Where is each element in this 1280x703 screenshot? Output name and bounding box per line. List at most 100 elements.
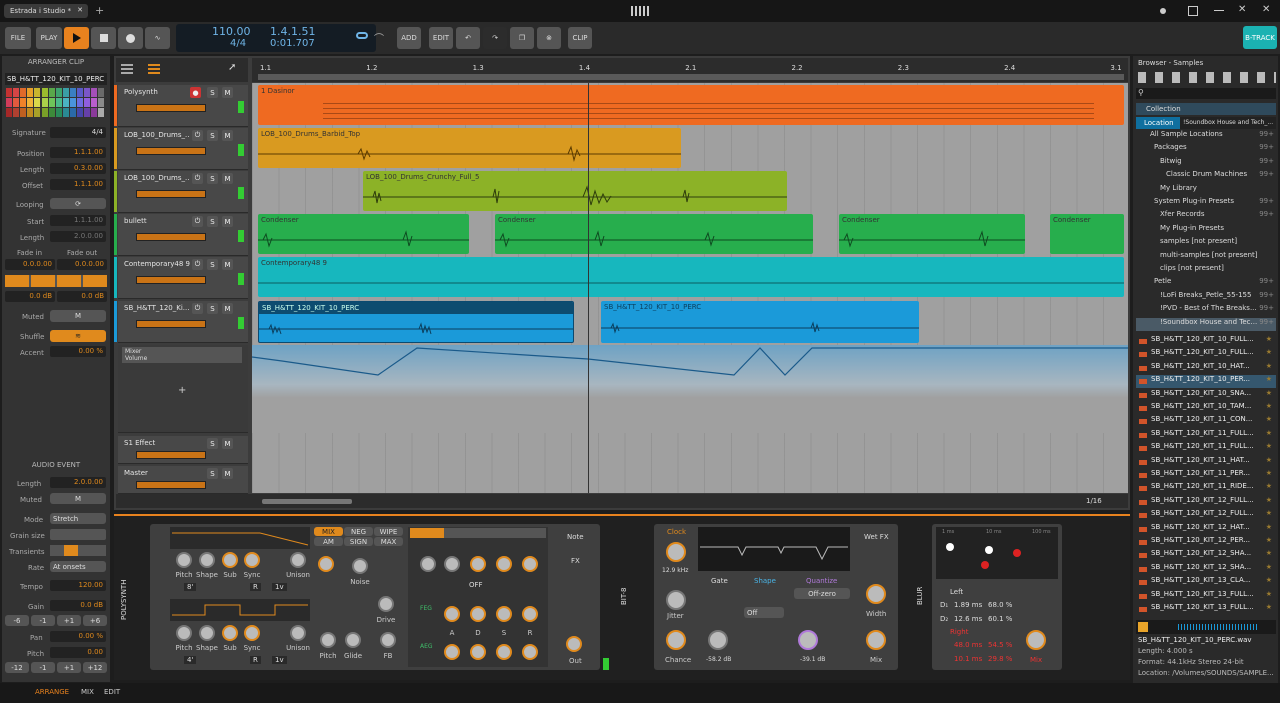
osc-knob[interactable] [244, 625, 260, 641]
edit-button[interactable]: EDIT [429, 27, 453, 49]
stop-button[interactable] [91, 27, 116, 49]
color-swatch[interactable] [98, 108, 105, 117]
color-swatch[interactable] [62, 88, 69, 97]
browser-file-item[interactable]: SB_H&TT_120_KIT_10_SNA... ★ [1136, 389, 1276, 402]
osc-value[interactable]: 8' [184, 583, 197, 591]
envelope-knob[interactable] [444, 644, 460, 660]
color-swatch[interactable] [20, 108, 27, 117]
voice-knob[interactable] [320, 632, 336, 648]
horizontal-scrollbar[interactable] [262, 499, 352, 504]
color-swatch[interactable] [84, 98, 91, 107]
fade-curve-buttons[interactable] [5, 275, 107, 287]
ae-pitch-value[interactable]: 0.00 [50, 647, 106, 658]
osc-knob[interactable] [199, 552, 215, 568]
color-swatch[interactable] [6, 88, 12, 97]
fadeout-value[interactable]: 0.0.0.00 [57, 259, 107, 270]
maximize-icon[interactable] [1188, 6, 1198, 16]
blur-l2[interactable]: 12.6 ms [954, 615, 982, 623]
power-button[interactable]: ⏻ [192, 130, 203, 141]
color-swatch[interactable] [84, 88, 91, 97]
color-swatch[interactable] [91, 108, 98, 117]
quantize-select[interactable]: Off-zero [794, 588, 850, 599]
browser-file-item[interactable]: SB_H&TT_120_KIT_12_PER... ★ [1136, 536, 1276, 549]
clip-button[interactable]: CLIP [568, 27, 592, 49]
clip-drums-barbid[interactable]: LOB_100_Drums_Barbid_Top [258, 128, 681, 168]
osc-value[interactable]: 1v [272, 583, 287, 591]
ae-tempo-value[interactable]: 120.00 [50, 580, 106, 591]
envelope-knob[interactable] [496, 606, 512, 622]
color-swatch[interactable] [98, 98, 105, 107]
blur-r2[interactable]: 10.1 ms [954, 655, 982, 663]
browser-tree-item[interactable]: Bitwig 99+ [1136, 157, 1276, 170]
solo-button[interactable]: S [207, 259, 218, 270]
fx-tab[interactable]: FX [571, 557, 580, 565]
mix-mode-tab[interactable]: WIPE [374, 527, 403, 536]
blur-l1[interactable]: 1.89 ms [954, 601, 982, 609]
automation-param[interactable]: Mixer Volume [122, 347, 242, 363]
note-tab[interactable]: Note [567, 533, 584, 541]
color-swatch[interactable] [6, 98, 12, 107]
fadein-value[interactable]: 0.0.0.00 [5, 259, 55, 270]
color-swatch[interactable] [34, 88, 41, 97]
gain-plus1-button[interactable]: +1 [57, 615, 81, 626]
ae-gain-value[interactable]: 0.0 dB [50, 600, 106, 611]
voice-knob[interactable] [378, 596, 394, 612]
star-icon[interactable]: ★ [1266, 389, 1272, 397]
solo-button[interactable]: S [207, 216, 218, 227]
redo-button[interactable]: ↷ [483, 27, 507, 49]
chance-knob[interactable] [666, 630, 686, 650]
power-button[interactable]: ⏻ [192, 303, 203, 314]
browser-tab-icons[interactable] [1138, 72, 1276, 83]
mute-button[interactable]: M [222, 173, 233, 184]
blur-graph[interactable]: 1 ms 10 ms 100 ms [936, 527, 1058, 579]
record-dot-icon[interactable] [1160, 8, 1166, 14]
preview-player[interactable] [1136, 620, 1276, 634]
add-button[interactable]: ADD [397, 27, 421, 49]
automation-header[interactable]: Mixer Volume + [118, 345, 248, 433]
star-icon[interactable]: ★ [1266, 590, 1272, 598]
collection-tab[interactable]: Collection [1136, 103, 1276, 115]
color-swatch[interactable] [34, 108, 41, 117]
track-header[interactable]: LOB_100_Drums_... ⏻ S M [114, 128, 248, 170]
position-value[interactable]: 1.1.1.00 [50, 147, 106, 158]
color-swatch[interactable] [13, 108, 20, 117]
browser-tree-item[interactable]: System Plug-in Presets 99+ [1136, 197, 1276, 210]
star-icon[interactable]: ★ [1266, 509, 1272, 517]
envelope-knob[interactable] [444, 606, 460, 622]
fadein-db[interactable]: 0.0 dB [5, 291, 55, 302]
pitch-minus12-button[interactable]: -12 [5, 662, 29, 673]
color-swatch[interactable] [91, 98, 98, 107]
color-swatch[interactable] [13, 88, 20, 97]
power-button[interactable]: ⏻ [192, 259, 203, 270]
footer-arrange-tab[interactable]: ARRANGE [35, 688, 69, 696]
footer-mix-tab[interactable]: MIX [81, 688, 94, 696]
color-swatch[interactable] [69, 98, 76, 107]
shape-select[interactable]: Off [744, 607, 784, 618]
solo-button[interactable]: S [207, 303, 218, 314]
record-arm-button[interactable]: ● [190, 87, 201, 98]
color-swatch[interactable] [69, 88, 76, 97]
star-icon[interactable]: ★ [1266, 335, 1272, 343]
color-swatch[interactable] [77, 98, 83, 107]
clip-bullett-3[interactable]: Condenser [839, 214, 1025, 254]
project-tab[interactable]: Estrada i Studio * ✕ [4, 4, 88, 18]
mix-mode-tab[interactable]: SIGN [344, 537, 373, 546]
star-icon[interactable]: ★ [1266, 348, 1272, 356]
out-knob[interactable] [566, 636, 582, 652]
color-swatch[interactable] [48, 108, 55, 117]
mix-mode-tab[interactable]: NEG [344, 527, 373, 536]
voice-knob[interactable] [345, 632, 361, 648]
solo-button[interactable]: S [207, 438, 218, 449]
browser-file-item[interactable]: SB_H&TT_120_KIT_10_TAM... ★ [1136, 402, 1276, 415]
location-tab[interactable]: Location [1136, 117, 1180, 129]
mix-mode-tab[interactable]: MIX [314, 527, 343, 536]
color-swatch[interactable] [48, 98, 55, 107]
ae-rate-select[interactable]: At onsets [50, 561, 106, 572]
clip-bullett-1[interactable]: Condenser [258, 214, 469, 254]
track-name[interactable]: bullett [124, 217, 190, 225]
play-button[interactable] [64, 27, 89, 49]
loop-length-value[interactable]: 2.0.0.00 [50, 231, 106, 242]
track-name[interactable]: Polysynth [124, 88, 190, 96]
power-button[interactable]: ⏻ [192, 173, 203, 184]
browser-tree-item[interactable]: multi-samples [not present] [1136, 251, 1276, 264]
